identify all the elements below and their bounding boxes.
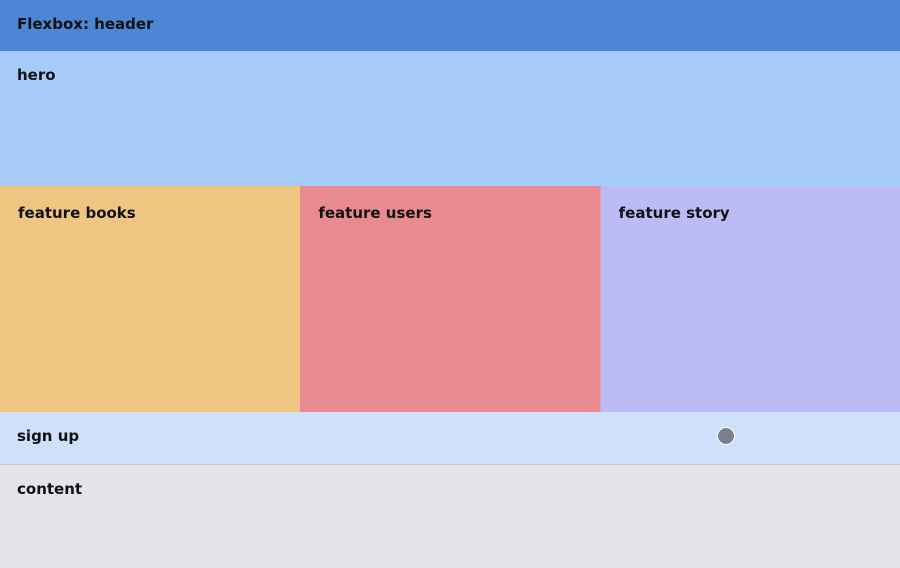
feature-books-label: feature books: [18, 204, 136, 222]
feature-users-block: feature users: [300, 186, 601, 412]
feature-story-label: feature story: [618, 204, 730, 222]
hero-block: hero: [0, 51, 900, 186]
features-row: feature books feature users feature stor…: [0, 186, 900, 412]
flexbox-layout: Flexbox: header hero feature books featu…: [0, 0, 900, 568]
feature-users-label: feature users: [318, 204, 432, 222]
header-label: Flexbox: header: [17, 15, 154, 33]
hero-label: hero: [17, 66, 56, 84]
feature-story-block: feature story: [600, 186, 900, 412]
signup-label: sign up: [17, 427, 80, 445]
signup-block: sign up: [0, 412, 900, 465]
content-label: content: [17, 480, 83, 498]
feature-books-block: feature books: [0, 186, 301, 412]
header-block: Flexbox: header: [0, 0, 900, 51]
content-block: content: [0, 465, 900, 568]
mouse-cursor-dot: [717, 427, 735, 445]
